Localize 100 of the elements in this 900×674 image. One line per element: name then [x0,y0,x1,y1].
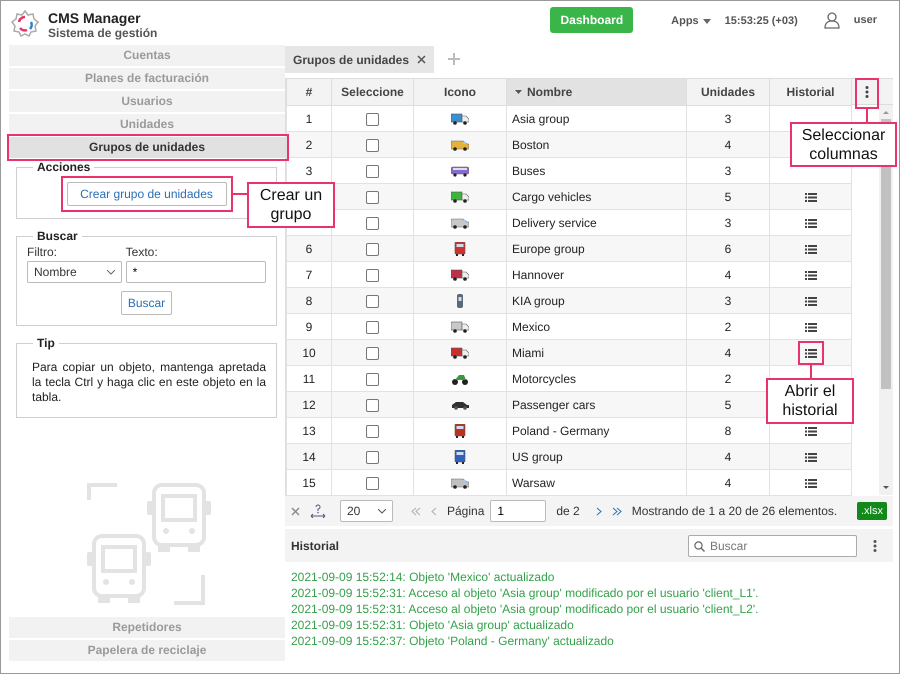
list-icon[interactable] [804,244,816,254]
row-number: 10 [286,340,332,366]
close-icon[interactable] [417,55,426,64]
checkbox[interactable] [366,372,379,386]
list-icon[interactable] [804,270,816,280]
caret-icon [702,18,711,24]
search-icon [694,540,705,552]
caret-icon [378,508,386,514]
history-entry: 2021-09-09 15:52:14: Objeto 'Mexico' actualizado [291,569,556,585]
checkbox[interactable] [366,242,379,256]
units-cell: 5 [686,184,770,210]
apps-label: Apps [671,14,699,29]
column-header[interactable]: Unidades [686,78,770,106]
callout: Seleccionar columnas [790,122,897,167]
history-title: Historial [291,538,340,554]
row-number: 12 [286,392,332,418]
units-cell: 4 [686,340,770,366]
callout: Abrir el historial [766,378,854,424]
app-subtitle: Sistema de gestión [48,26,158,40]
callout: Crear un grupo [247,182,335,228]
page-size-select[interactable]: 20 [340,500,393,522]
name-cell: US group [506,444,686,470]
row-number: 6 [286,236,332,262]
list-icon[interactable] [804,348,816,358]
list-icon[interactable] [804,218,816,228]
column-header[interactable]: Icono [414,78,506,106]
page-label: Página [447,503,484,520]
checkbox[interactable] [366,268,379,282]
tab[interactable]: Grupos de unidades [285,46,434,73]
text-field[interactable]: * [126,261,266,283]
page-field[interactable]: 1 [490,500,546,522]
sidebar-item[interactable]: Grupos de unidades [9,137,285,158]
column-header[interactable]: Seleccione [332,78,414,106]
checkbox[interactable] [366,164,379,178]
panel-title: Acciones [36,160,92,174]
panel-title: Tip [36,336,56,350]
checkbox[interactable] [366,294,379,308]
sort-caret-icon [515,90,522,94]
row-number: 14 [286,444,332,470]
panel-title: Buscar [36,229,79,243]
leader-line [866,108,868,122]
clock: 15:53:25 (+03) [724,14,798,29]
row-number: 2 [286,132,332,158]
history-entry: 2021-09-09 15:52:37: Objeto 'Poland - Germany' actualizado [291,633,615,649]
clear-icon[interactable] [291,506,300,516]
checkbox[interactable] [366,476,379,490]
more-icon[interactable] [873,540,877,552]
column-width-icon[interactable] [310,504,326,518]
units-cell: 6 [686,236,770,262]
checkbox[interactable] [366,112,379,126]
checkbox[interactable] [366,190,379,204]
tip-text: Para copiar un objeto, mantenga apretada la tecla Ctrl y haga clic en este objeto en la tabla. [31,359,266,406]
highlight-frame [854,78,878,108]
name-cell: Miami [506,340,686,366]
name-cell: Passenger cars [506,392,686,418]
filter-select[interactable]: Nombre [27,261,122,283]
list-icon[interactable] [804,322,816,332]
field-label: Texto: [126,244,159,261]
list-icon[interactable] [804,478,816,488]
checkbox[interactable] [366,346,379,360]
checkbox[interactable] [366,320,379,334]
checkbox[interactable] [366,138,379,152]
history-entry: 2021-09-09 15:52:31: Objeto 'Asia group' actualizado [291,617,575,633]
pager-summary: Mostrando de 1 a 20 de 26 elementos. [632,503,838,520]
next-page-icon[interactable] [596,506,602,516]
search-button[interactable]: Buscar [120,291,172,315]
last-page-icon[interactable] [612,506,622,516]
list-icon[interactable] [804,426,816,436]
caret-icon [106,270,115,274]
history-entry: 2021-09-09 15:52:31: Acceso al objeto 'Asia group' modificado por el usuario 'client_L1'. [291,585,760,601]
units-cell: 3 [686,288,770,314]
app-title: CMS Manager [48,11,142,26]
history-entry: 2021-09-09 15:52:31: Acceso al objeto 'Asia group' modificado por el usuario 'client_L2'. [291,601,760,617]
units-cell: 4 [686,444,770,470]
page-count: de 2 [556,503,580,520]
user-name[interactable]: user [854,12,877,28]
row-number: 8 [286,288,332,314]
checkbox[interactable] [366,424,379,438]
list-icon[interactable] [804,296,816,306]
column-header[interactable]: Nombre [506,78,686,106]
create-group-button[interactable]: Crear grupo de unidades [66,182,226,206]
column-menu-icon[interactable] [864,86,868,98]
list-icon[interactable] [804,452,816,462]
column-header[interactable]: # [286,78,332,106]
name-cell: Europe group [506,236,686,262]
leader-line [810,364,812,378]
user-icon[interactable] [824,12,840,29]
column-header[interactable]: Historial [770,78,852,106]
select-value: 20 [347,503,362,520]
checkbox[interactable] [366,450,379,464]
list-icon[interactable] [804,192,816,202]
checkbox[interactable] [366,216,379,230]
export-button[interactable]: .xlsx [857,502,887,520]
name-cell: KIA group [506,288,686,314]
highlight-frame [798,340,824,365]
checkbox[interactable] [366,398,379,412]
name-cell: Boston [506,132,686,158]
select-value: Nombre [34,264,78,281]
history-search-field[interactable]: Buscar [688,534,857,556]
name-cell: Cargo vehicles [506,184,686,210]
